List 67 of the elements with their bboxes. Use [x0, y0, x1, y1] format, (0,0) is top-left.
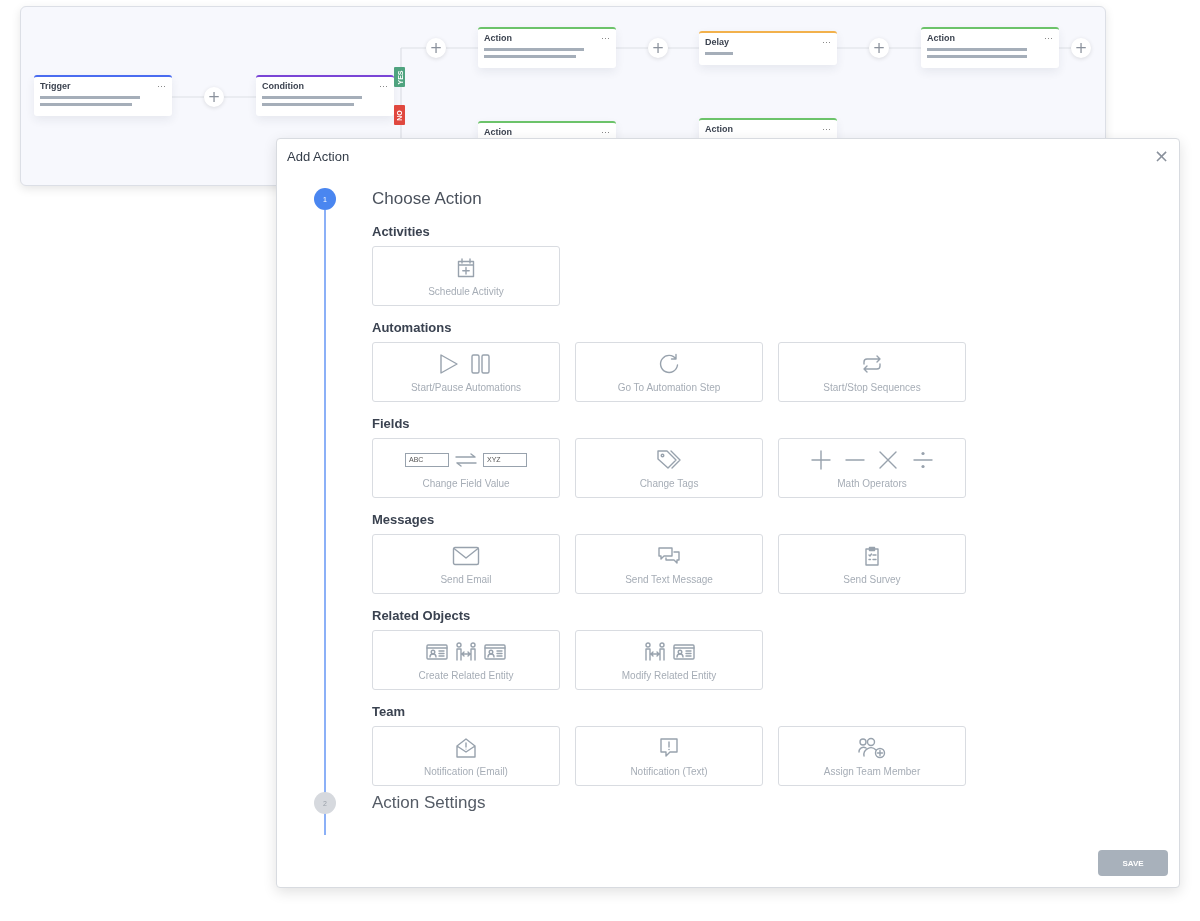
linked-people-icon	[643, 641, 667, 662]
node-title: Condition	[262, 81, 304, 91]
node-title: Action	[484, 127, 512, 137]
id-card-icon	[484, 643, 506, 660]
more-menu[interactable]: ···	[822, 37, 831, 47]
action-tile[interactable]: Go To Automation Step	[575, 342, 763, 402]
math-operators-icon	[810, 449, 934, 470]
add-user-icon	[858, 736, 886, 759]
add-step-button[interactable]: +	[426, 38, 446, 58]
linked-people-icon	[454, 641, 478, 662]
clipboard-icon	[864, 545, 880, 566]
node-title: Action	[484, 33, 512, 43]
swap-arrows-icon	[455, 452, 477, 467]
section-heading: Related Objects	[372, 608, 472, 623]
step-title: Choose Action	[372, 189, 482, 209]
action-tile[interactable]: Schedule Activity	[372, 246, 560, 306]
section-heading: Fields	[372, 416, 411, 431]
alert-bubble-icon	[659, 736, 679, 759]
action-tile[interactable]: Change Tags	[575, 438, 763, 498]
more-menu[interactable]: ···	[822, 124, 831, 134]
workflow-node[interactable]: Delay ···	[699, 31, 837, 65]
action-tile[interactable]: Send Text Message	[575, 534, 763, 594]
action-tile[interactable]: Assign Team Member	[778, 726, 966, 786]
node-title: Delay	[705, 37, 730, 47]
action-tile[interactable]: Send Survey	[778, 534, 966, 594]
action-tile[interactable]: Send Email	[372, 534, 560, 594]
action-tile[interactable]: Notification (Email)	[372, 726, 560, 786]
workflow-node[interactable]: Action ···	[921, 27, 1059, 68]
node-title: Action	[927, 33, 955, 43]
chat-bubbles-icon	[657, 545, 681, 566]
section-heading: Activities	[372, 224, 431, 239]
envelope-icon	[452, 545, 480, 566]
workflow-node[interactable]: Trigger ···	[34, 75, 172, 116]
more-menu[interactable]: ···	[601, 127, 610, 137]
id-card-icon	[426, 643, 448, 660]
play-pause-icon	[439, 352, 493, 375]
section-heading: Team	[372, 704, 406, 719]
more-menu[interactable]: ···	[601, 33, 610, 43]
add-step-button[interactable]: +	[204, 87, 224, 107]
action-tile[interactable]: Modify Related Entity	[575, 630, 763, 690]
id-card-icon	[673, 643, 695, 660]
section-heading: Automations	[372, 320, 453, 335]
step-title: Action Settings	[372, 793, 486, 813]
redo-icon	[658, 352, 680, 375]
add-step-button[interactable]: +	[648, 38, 668, 58]
more-menu[interactable]: ···	[1044, 33, 1053, 43]
dialog-title: Add Action	[287, 148, 350, 164]
node-title: Trigger	[40, 81, 71, 91]
placeholder-line	[705, 52, 733, 55]
workflow-node[interactable]: Action ···	[478, 27, 616, 68]
repeat-icon	[861, 353, 883, 374]
close-button[interactable]: ×	[1153, 147, 1169, 165]
tag-icon	[656, 448, 682, 471]
more-menu[interactable]: ···	[157, 81, 166, 91]
action-tile[interactable]: Start/Stop Sequences	[778, 342, 966, 402]
action-tile[interactable]: Math Operators	[778, 438, 966, 498]
node-title: Action	[705, 124, 733, 134]
action-tile[interactable]: Create Related Entity	[372, 630, 560, 690]
action-tile[interactable]: Notification (Text)	[575, 726, 763, 786]
calendar-plus-icon	[457, 257, 475, 278]
action-tile[interactable]: Start/Pause Automations	[372, 342, 560, 402]
more-menu[interactable]: ···	[379, 81, 388, 91]
section-heading: Messages	[372, 512, 436, 527]
add-step-button[interactable]: +	[1071, 38, 1091, 58]
workflow-node[interactable]: Condition ···	[256, 75, 394, 116]
add-step-button[interactable]: +	[869, 38, 889, 58]
envelope-alert-icon	[455, 736, 477, 759]
